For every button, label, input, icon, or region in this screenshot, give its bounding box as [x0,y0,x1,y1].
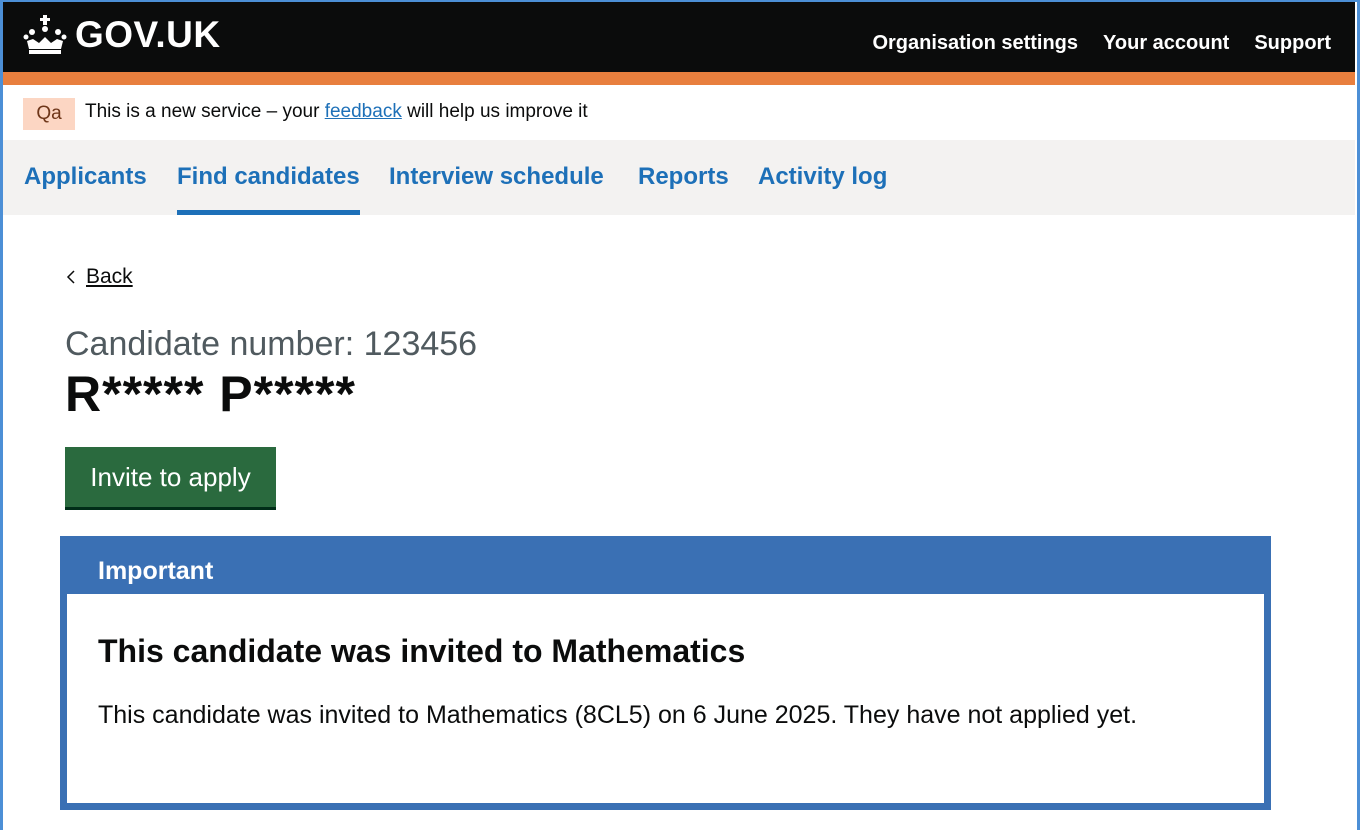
phase-text-before: This is a new service – your [85,101,325,122]
organisation-settings-link[interactable]: Organisation settings [872,32,1078,55]
your-account-link[interactable]: Your account [1103,32,1229,55]
phase-text-after: will help us improve it [401,101,588,122]
support-link[interactable]: Support [1254,32,1331,55]
notification-heading: Important [98,557,214,585]
primary-navigation: Applicants Find candidates Interview sch… [3,140,1355,215]
nav-item-interview-schedule[interactable]: Interview schedule [389,163,604,215]
candidate-name-heading: R***** P***** [65,366,356,422]
important-notification-banner: Important This candidate was invited to … [60,536,1271,810]
phase-tag: Qa [23,98,75,130]
phase-banner: Qa This is a new service – your feedback… [3,85,1355,140]
govuk-logo-link[interactable]: GOV.UK [23,14,221,56]
notification-header: Important [67,543,1264,594]
nav-item-find-candidates[interactable]: Find candidates [177,163,360,215]
crown-icon [23,15,67,54]
nav-item-activity-log[interactable]: Activity log [758,163,887,215]
header-links: Organisation settings Your account Suppo… [872,32,1331,55]
notification-title: This candidate was invited to Mathematic… [98,633,746,669]
nav-item-reports[interactable]: Reports [638,163,729,215]
logo-text: GOV.UK [75,14,221,55]
phase-banner-text: This is a new service – your feedback wi… [85,101,588,123]
nav-item-applicants[interactable]: Applicants [24,163,147,215]
back-link-label: Back [86,265,133,288]
feedback-link[interactable]: feedback [325,101,402,122]
header-accent-bar [3,72,1355,85]
back-link[interactable]: Back [66,265,133,289]
chevron-left-icon [66,270,75,284]
invite-to-apply-button[interactable]: Invite to apply [65,447,276,507]
notification-body: This candidate was invited to Mathematic… [98,701,1138,729]
candidate-number-caption: Candidate number: 123456 [65,325,478,363]
site-header: GOV.UK Organisation settings Your accoun… [3,2,1355,72]
